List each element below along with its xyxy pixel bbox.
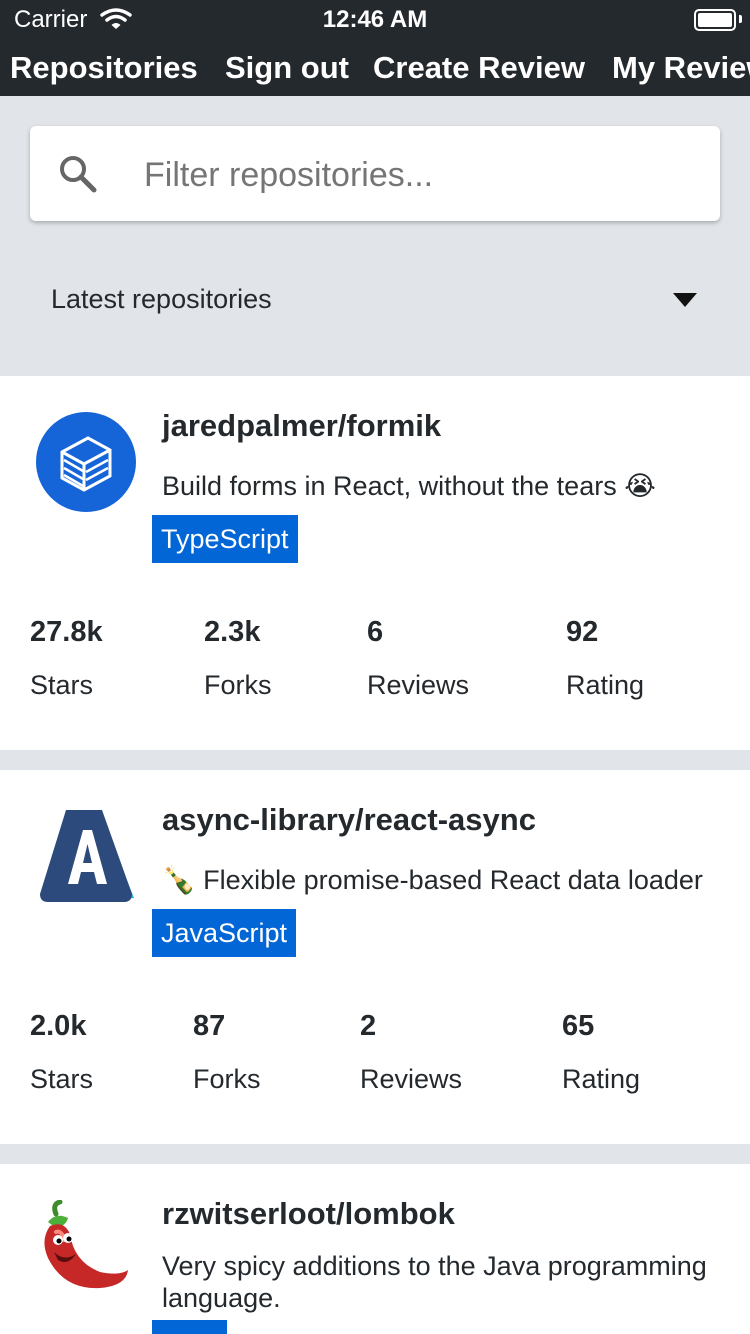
language-badge: Java bbox=[152, 1320, 228, 1334]
status-bar: Carrier 12:46 AM bbox=[0, 0, 750, 40]
repository-description: Build forms in React, without the tears … bbox=[162, 471, 656, 501]
dropdown-arrow-icon[interactable] bbox=[673, 293, 697, 307]
search-icon bbox=[60, 156, 97, 193]
sort-picker[interactable]: Latest repositories bbox=[0, 262, 750, 338]
search-input[interactable] bbox=[142, 146, 686, 204]
forks-label: Forks bbox=[193, 1064, 261, 1094]
forks-count: 2.3k bbox=[204, 616, 261, 648]
rating-label: Rating bbox=[562, 1064, 641, 1094]
tab-sign-out[interactable]: Sign out bbox=[225, 50, 349, 86]
clock: 12:46 AM bbox=[322, 6, 428, 33]
reviews-count: 2 bbox=[360, 1010, 377, 1042]
app-bar: Repositories Sign out Create Review My R… bbox=[0, 40, 750, 96]
repository-description: 🍾 Flexible promise-based React data load… bbox=[162, 865, 703, 895]
repository-item[interactable]: async-library/react-async 🍾 Flexible pro… bbox=[0, 770, 750, 1144]
stars-count: 2.0k bbox=[30, 1010, 87, 1042]
rating-value: 92 bbox=[566, 616, 599, 648]
forks-label: Forks bbox=[204, 670, 272, 700]
reviews-label: Reviews bbox=[367, 670, 470, 700]
sort-picker-label: Latest repositories bbox=[51, 284, 272, 314]
rating-label: Rating bbox=[566, 670, 645, 700]
stars-label: Stars bbox=[30, 670, 94, 700]
formik-logo-icon bbox=[36, 412, 136, 512]
tab-my-reviews[interactable]: My Reviews bbox=[612, 50, 750, 86]
rating-value: 65 bbox=[562, 1010, 595, 1042]
repository-name: async-library/react-async bbox=[162, 802, 536, 837]
language-badge: JavaScript bbox=[152, 909, 297, 957]
battery-nub bbox=[739, 15, 742, 23]
reviews-label: Reviews bbox=[360, 1064, 463, 1094]
language-badge: TypeScript bbox=[152, 515, 298, 563]
stars-label: Stars bbox=[30, 1064, 94, 1094]
repository-description: Very spicy additions to the Java program… bbox=[162, 1251, 707, 1313]
repository-name: rzwitserloot/lombok bbox=[162, 1196, 455, 1231]
stars-count: 27.8k bbox=[30, 616, 103, 648]
battery-icon bbox=[694, 9, 736, 31]
forks-count: 87 bbox=[193, 1010, 226, 1042]
search-bar bbox=[30, 126, 720, 221]
tab-repositories[interactable]: Repositories bbox=[10, 50, 198, 86]
repository-item[interactable]: jaredpalmer/formik Build forms in React,… bbox=[0, 376, 750, 750]
reviews-count: 6 bbox=[367, 616, 384, 648]
repository-item[interactable]: rzwitserloot/lombok Very spicy additions… bbox=[0, 1164, 750, 1334]
tab-create-review[interactable]: Create Review bbox=[373, 50, 585, 86]
repository-name: jaredpalmer/formik bbox=[162, 408, 442, 443]
chili-pepper-icon bbox=[44, 1200, 128, 1289]
react-async-logo-icon bbox=[40, 810, 134, 902]
